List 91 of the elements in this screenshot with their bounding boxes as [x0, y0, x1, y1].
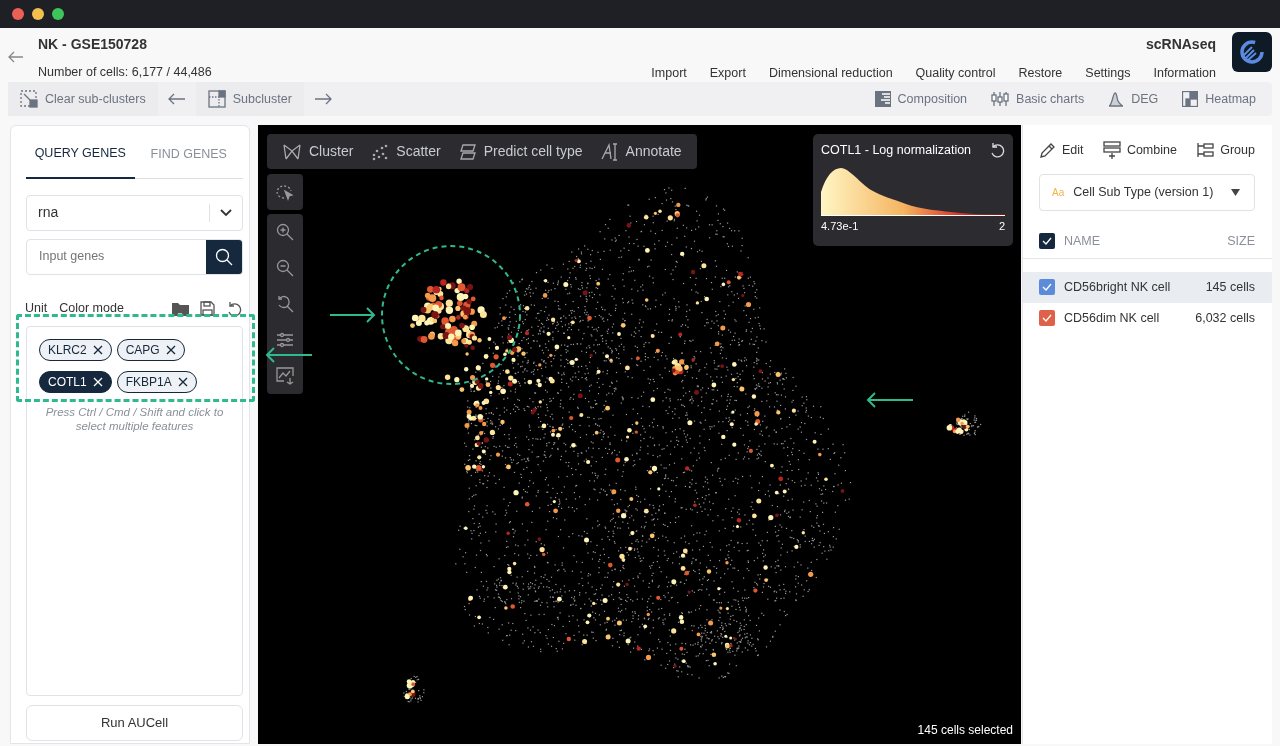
dataset-title: NK - GSE150728 [38, 35, 148, 54]
selection-icon [20, 90, 38, 108]
logo-icon [1238, 38, 1266, 66]
panel-tab[interactable]: QUERY GENES [26, 126, 135, 179]
zoom-in-icon [276, 223, 294, 241]
right-arrow-icon [313, 93, 332, 105]
window-control[interactable] [32, 8, 44, 20]
dropdown-caret-icon [1231, 188, 1240, 196]
peak-icon [1108, 91, 1125, 107]
legend-title: COTL1 - Log normalization [821, 142, 972, 159]
app-logo[interactable] [1232, 32, 1272, 72]
checkbox[interactable] [1039, 233, 1055, 250]
back-arrow-icon[interactable] [8, 51, 24, 63]
toolbar-button[interactable]: Composition [864, 89, 978, 109]
plot-tool-button[interactable]: Predict cell type [449, 141, 592, 162]
legend-min-label: 4.73e-1 [821, 218, 859, 234]
app-name: scRNAseq [1145, 35, 1216, 54]
menu-item[interactable]: Export [709, 64, 746, 83]
gene-chip[interactable]: KLRC2 [39, 338, 112, 361]
group-name: CD56bright NK cell [1064, 278, 1172, 296]
type-label: Aa [1052, 185, 1065, 200]
reset-icon[interactable] [989, 142, 1005, 159]
left-arrow-icon [167, 93, 186, 105]
toolbar-button[interactable]: Clear sub-clusters [8, 82, 158, 116]
plot-tool-button[interactable]: Cluster [273, 141, 363, 162]
stacked-bars-icon [874, 91, 891, 107]
toolbar-button[interactable]: DEG [1098, 89, 1169, 109]
window-control[interactable] [12, 8, 24, 20]
annotation-arrow [329, 307, 376, 323]
menu-item[interactable]: Settings [1085, 64, 1131, 83]
group-size: 6,032 cells [1195, 309, 1255, 327]
checkbox[interactable] [1039, 310, 1055, 327]
annotate-icon [600, 142, 619, 161]
metadata-select[interactable]: Aa Cell Sub Type (version 1) [1039, 173, 1255, 211]
option-label[interactable]: Color mode [59, 299, 124, 319]
menu-item[interactable]: Restore [1018, 64, 1063, 83]
legend-max-label: 2 [998, 218, 1005, 234]
group-row[interactable]: CD56bright NK cell 145 cells [1023, 271, 1272, 303]
panel-action-button[interactable]: Edit [1039, 141, 1084, 160]
search-button[interactable] [206, 239, 242, 274]
gene-search-box[interactable]: Input genes [26, 238, 243, 275]
folder-icon[interactable] [172, 301, 189, 316]
toolbar-button[interactable]: Basic charts [981, 89, 1095, 109]
run-aucell-button[interactable]: Run AUCell [26, 704, 243, 741]
menu-item[interactable]: Dimensional reduction [768, 64, 893, 83]
cell-count: Number of cells: 6,177 / 44,486 [38, 64, 212, 81]
zoom-out-icon [276, 259, 294, 277]
scatter-icon [371, 142, 390, 161]
group-size: 145 cells [1205, 278, 1255, 296]
chevron-down-icon [220, 208, 232, 217]
save-icon[interactable] [200, 301, 215, 317]
reset-zoom-icon [276, 295, 294, 313]
menu-item[interactable]: Quality control [915, 64, 996, 83]
box-plot-icon [991, 91, 1010, 107]
cluster-icon [282, 142, 302, 161]
panel-action-button[interactable]: Group [1196, 141, 1255, 160]
gene-chip[interactable]: COTL1 [39, 370, 112, 393]
checkbox[interactable] [1039, 279, 1055, 296]
sliders-icon [276, 331, 294, 349]
selection-status: 145 cells selected [917, 722, 1013, 739]
plot-tool-button[interactable]: Annotate [591, 141, 691, 162]
lasso-icon [276, 183, 294, 201]
close-icon[interactable] [92, 344, 103, 355]
menu-item[interactable]: Information [1153, 64, 1216, 83]
close-icon[interactable] [177, 376, 188, 387]
subcluster-icon [207, 90, 226, 108]
reset-icon[interactable] [226, 300, 242, 317]
gene-chip[interactable]: CAPG [116, 338, 185, 361]
group-icon [1196, 142, 1215, 159]
group-row[interactable]: CD56dim NK cell 6,032 cells [1023, 302, 1272, 334]
panel-action-button[interactable]: Combine [1102, 141, 1177, 160]
option-label[interactable]: Unit [25, 299, 48, 319]
select-value: Cell Sub Type (version 1) [1073, 183, 1215, 201]
plot-tool-button[interactable]: Scatter [362, 141, 450, 162]
layers-icon [458, 142, 477, 161]
close-icon[interactable] [165, 344, 176, 355]
hint-text: Press Ctrl / Cmd / Shift and click to select multiple features [44, 404, 225, 433]
group-name: CD56dim NK cell [1064, 309, 1161, 327]
heatmap-icon [1182, 91, 1199, 107]
chart-download-icon [276, 367, 294, 385]
annotation-arrow [265, 347, 313, 363]
search-icon [215, 247, 233, 266]
gene-chip[interactable]: FKBP1A [116, 370, 197, 393]
pencil-icon [1039, 141, 1056, 159]
menu-item[interactable]: Import [651, 64, 687, 83]
annotation-arrow [866, 392, 914, 408]
toolbar-button[interactable]: Heatmap [1172, 89, 1266, 109]
assay-select[interactable]: rna [26, 194, 243, 231]
combine-icon [1102, 141, 1121, 160]
window-control[interactable] [52, 8, 64, 20]
toolbar-button[interactable]: Subcluster [195, 82, 304, 116]
